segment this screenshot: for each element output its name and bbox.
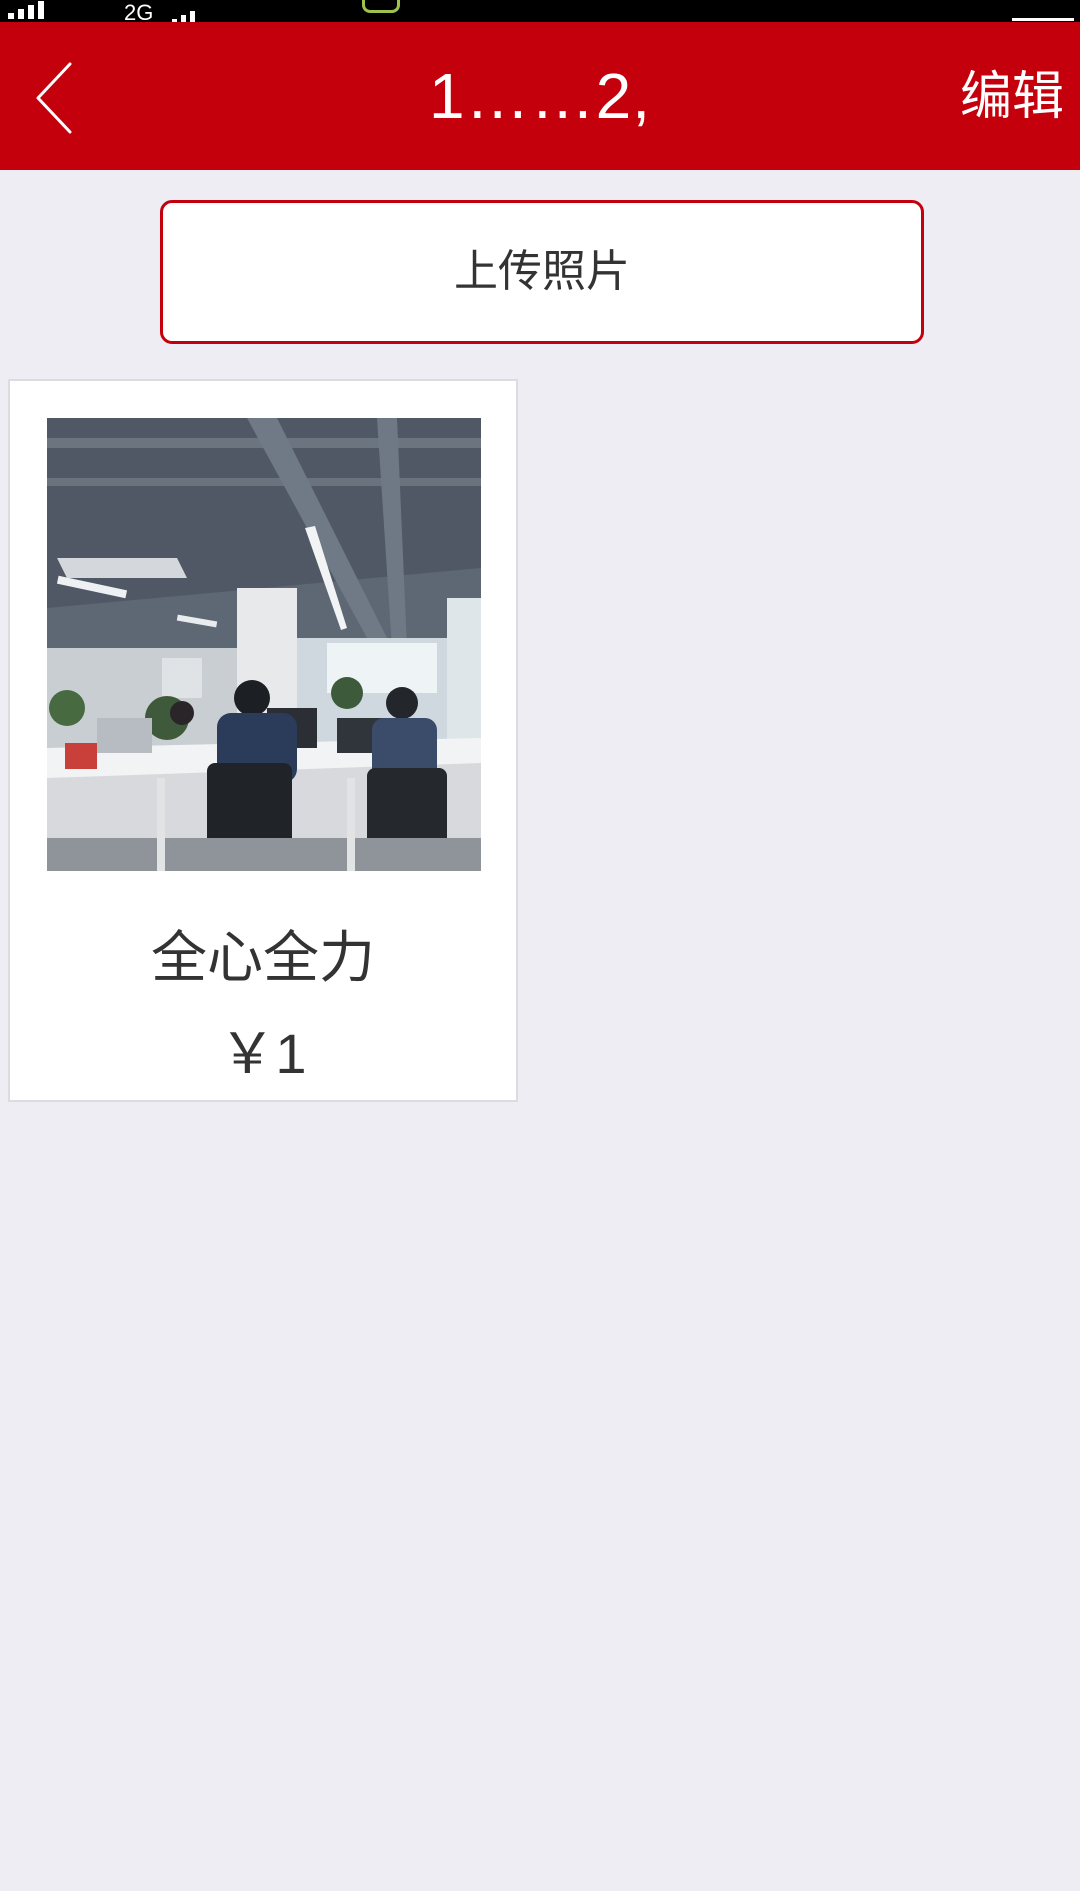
photo-thumbnail[interactable] [47,418,481,871]
page-title: 1……2, [429,60,651,132]
photo-price: ￥1 [219,1022,307,1085]
back-button[interactable] [30,58,90,138]
photo-card[interactable]: 全心全力 ￥1 [8,379,518,1102]
signal-strength-icon [172,6,199,22]
signal-icon [8,0,48,19]
upload-photo-button[interactable]: 上传照片 [160,200,924,344]
screen: 2G 1……2, 编辑 上传照片 全心全力 ￥1 [0,0,1080,1891]
edit-button[interactable]: 编辑 [960,66,1064,128]
chevron-left-icon [36,62,72,134]
battery-icon [1012,4,1074,21]
notification-icon [362,0,400,13]
photo-name: 全心全力 [151,926,375,991]
header-bar: 1……2, 编辑 [0,22,1080,170]
status-bar: 2G [0,0,1080,22]
network-type-label: 2G [124,0,154,23]
office-photo-image [47,418,481,871]
